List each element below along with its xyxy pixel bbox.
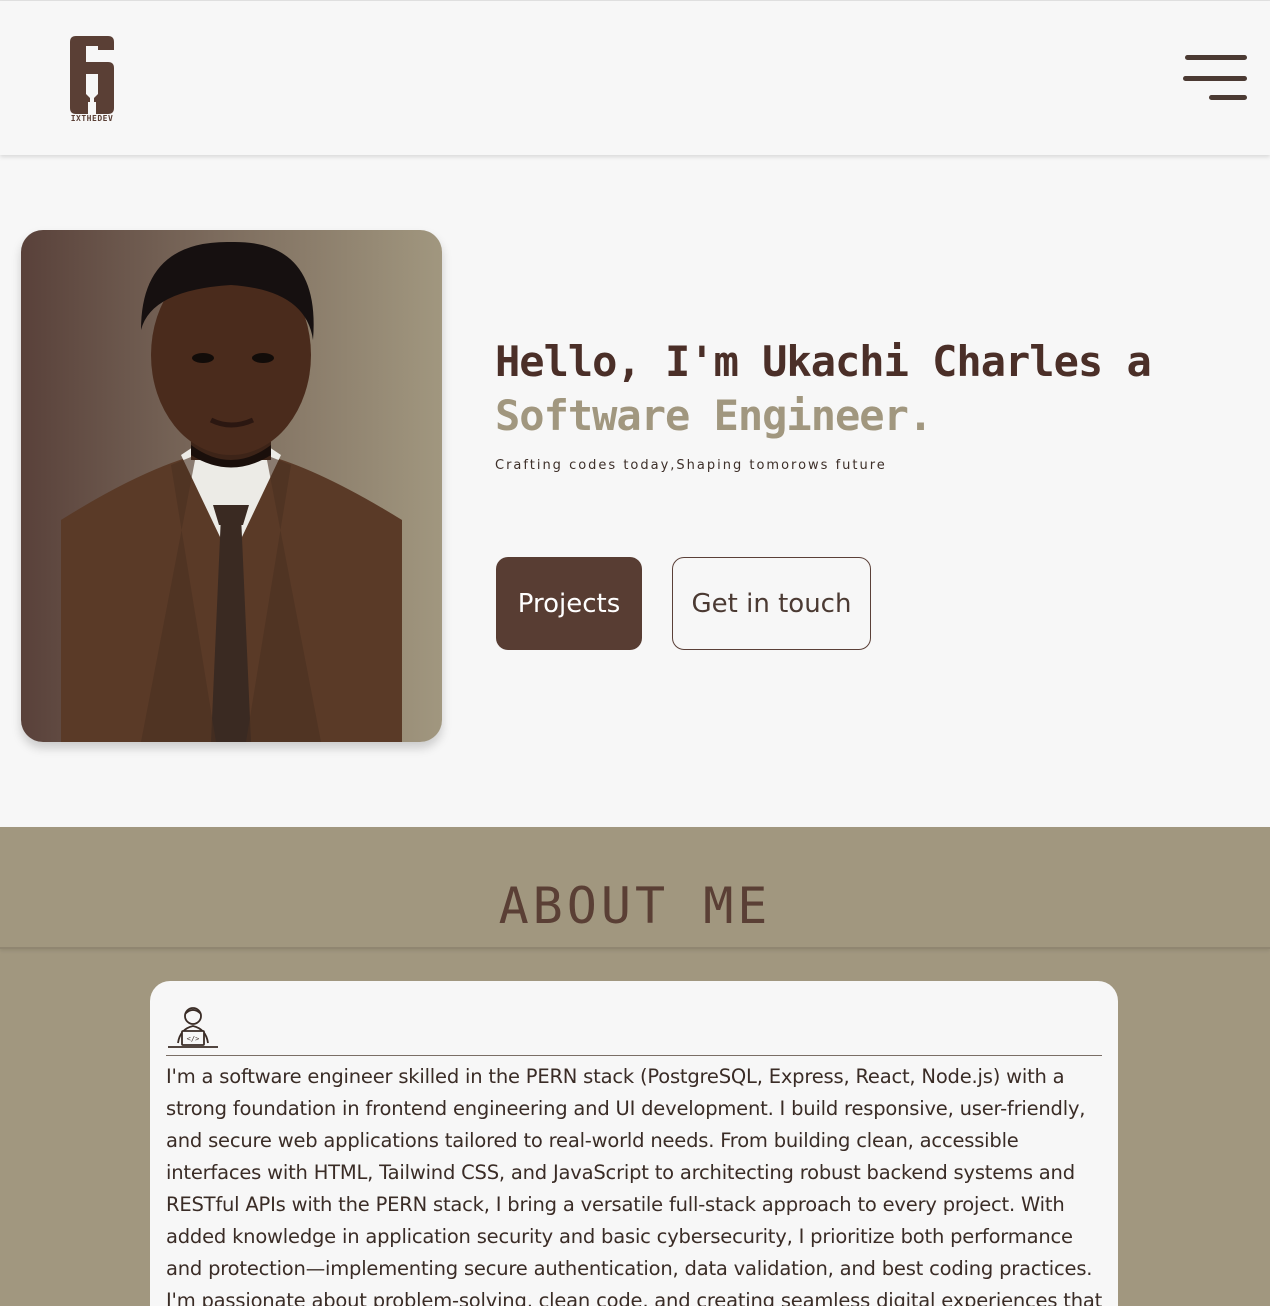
hero-role: Software Engineer.: [495, 391, 933, 440]
get-in-touch-button[interactable]: Get in touch: [672, 557, 871, 650]
person-portrait-illustration: [61, 241, 402, 742]
about-section: ABOUT ME </> I'm a software engineer ski…: [0, 827, 1270, 1306]
logo-text: IXTHEDEV: [70, 114, 114, 123]
menu-button[interactable]: [1180, 53, 1250, 105]
about-card: </> I'm a software engineer skilled in t…: [150, 981, 1118, 1306]
site-logo[interactable]: IXTHEDEV: [68, 36, 116, 126]
six-logo-icon: [70, 36, 114, 114]
site-header: IXTHEDEV: [0, 1, 1270, 155]
developer-laptop-icon: </>: [168, 1007, 218, 1048]
hamburger-menu-icon: [1185, 55, 1247, 60]
profile-photo: [21, 230, 442, 742]
about-title: ABOUT ME: [498, 877, 772, 935]
hero-heading: Hello, I'm Ukachi Charles a Software Eng…: [495, 335, 1255, 443]
card-divider: [166, 1055, 1102, 1056]
about-body: I'm a software engineer skilled in the P…: [166, 1065, 1103, 1306]
hero-tagline: Crafting codes today,Shaping tomorows fu…: [495, 458, 887, 473]
hamburger-menu-icon-line: [1183, 76, 1247, 81]
hero-greeting: Hello, I'm Ukachi Charles a: [495, 337, 1152, 386]
hamburger-menu-icon-line: [1209, 95, 1247, 100]
projects-button[interactable]: Projects: [496, 557, 642, 650]
svg-text:</>: </>: [187, 1035, 200, 1043]
about-header: ABOUT ME: [0, 827, 1270, 949]
